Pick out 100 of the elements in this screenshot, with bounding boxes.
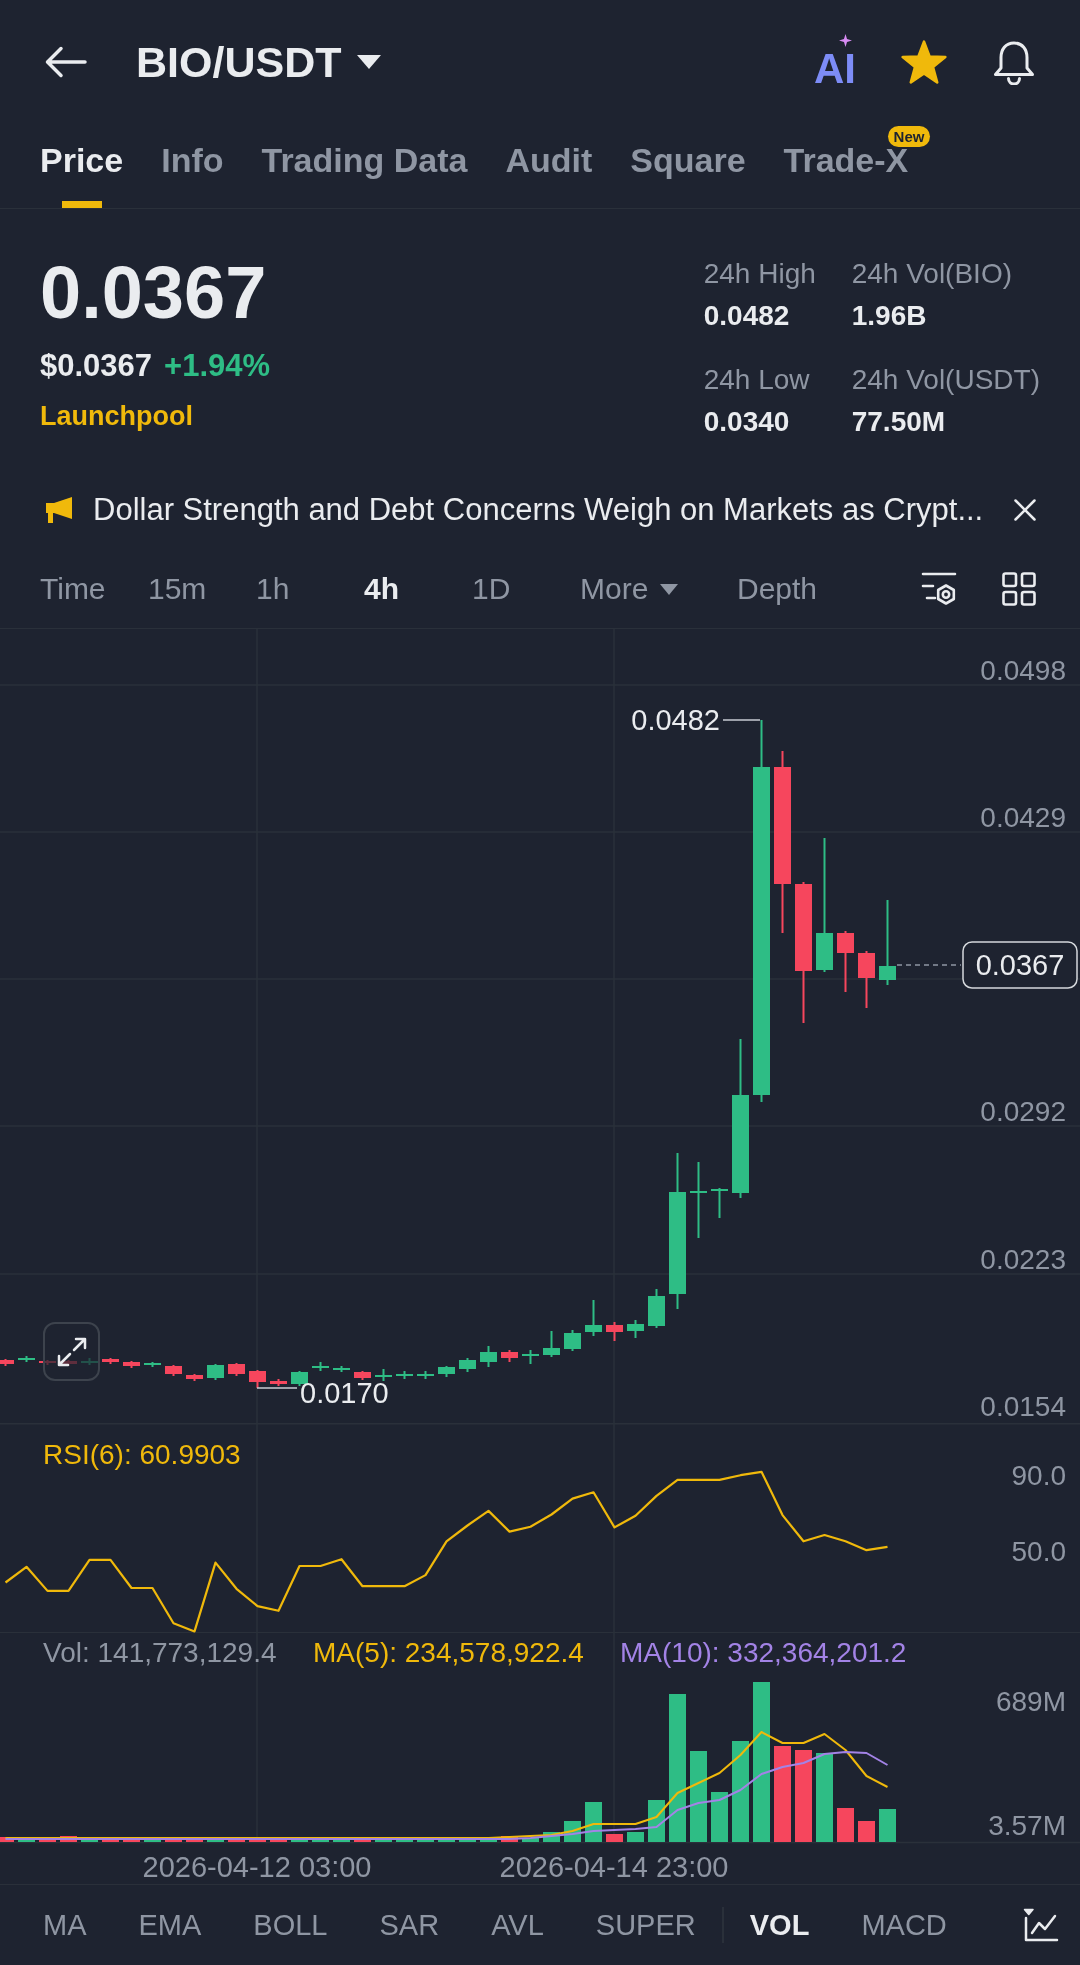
low-price-label: 0.0170 <box>300 1377 389 1409</box>
candle <box>354 1370 371 1381</box>
pair-selector[interactable]: BIO/USDT <box>136 37 382 87</box>
launchpool-link[interactable]: Launchpool <box>40 399 193 433</box>
indicator-tab[interactable]: MACD <box>861 1907 947 1943</box>
candle <box>522 1349 539 1365</box>
interval-tab[interactable]: Depth <box>737 571 818 607</box>
volume-bar <box>522 1838 539 1842</box>
volume-axis-label: 3.57M <box>988 1809 1066 1841</box>
volume-bar <box>438 1839 455 1842</box>
volume-bar <box>375 1839 392 1842</box>
layout-button[interactable] <box>1002 572 1036 606</box>
interval-tab[interactable]: 4h <box>364 571 399 607</box>
stat-label: 24h Vol(BIO) <box>851 257 1012 291</box>
current-price-tag: 0.0367 <box>962 941 1078 989</box>
candle <box>375 1368 392 1382</box>
candle <box>18 1355 35 1363</box>
ai-button[interactable]: AI <box>814 34 856 90</box>
close-button[interactable] <box>1014 499 1036 521</box>
candle <box>543 1330 560 1358</box>
stat-value: 1.96B <box>851 299 927 333</box>
candle <box>606 1321 623 1342</box>
interval-tab[interactable]: 15m <box>148 571 207 607</box>
candle <box>144 1361 161 1368</box>
stat-value: 0.0482 <box>703 299 790 333</box>
volume-bar <box>396 1839 413 1842</box>
volume-bar <box>543 1832 560 1842</box>
back-button[interactable] <box>45 46 87 78</box>
megaphone-icon <box>45 497 73 523</box>
volume-reading: Vol: 141,773,129.4 <box>43 1636 277 1668</box>
volume-bar <box>459 1839 476 1842</box>
candle <box>270 1378 287 1387</box>
indicator-tab[interactable]: BOLL <box>253 1907 328 1943</box>
notifications-button[interactable] <box>992 39 1036 85</box>
new-badge: New <box>887 126 931 147</box>
candle <box>165 1364 182 1377</box>
time-axis-label: 2026-04-12 03:00 <box>142 1851 372 1883</box>
tab[interactable]: Square <box>630 124 746 208</box>
stat-value: 0.0340 <box>703 405 790 439</box>
rsi-axis-label: 90.0 <box>1011 1459 1066 1491</box>
candle <box>228 1362 245 1377</box>
leader-line <box>722 719 761 721</box>
price-axis-label: 0.0429 <box>980 801 1066 833</box>
diagonal-arrows-icon <box>56 1336 87 1367</box>
candle <box>396 1370 413 1380</box>
indicator-tab[interactable]: SAR <box>379 1907 440 1943</box>
chart-settings-button[interactable] <box>921 571 957 607</box>
candle <box>333 1365 350 1373</box>
candle <box>123 1360 140 1369</box>
candle <box>564 1329 581 1352</box>
leader-line <box>256 1387 298 1389</box>
interval-tab[interactable]: 1h <box>256 571 290 607</box>
candle <box>858 950 875 1009</box>
indicator-tab[interactable]: SUPER <box>595 1907 696 1943</box>
candle <box>0 1358 14 1367</box>
news-headline[interactable]: Dollar Strength and Debt Concerns Weigh on Markets as Crypt... <box>93 491 984 529</box>
price-axis-label: 0.0292 <box>980 1095 1066 1127</box>
volume-reading: MA(10): 332,364,201.2 <box>620 1636 907 1668</box>
price-change: +1.94% <box>164 347 271 385</box>
candle <box>837 930 854 993</box>
price-axis-label: 0.0498 <box>980 654 1066 686</box>
volume-bar <box>144 1839 161 1842</box>
stat-label: 24h Vol(USDT) <box>851 363 1040 397</box>
candle <box>627 1319 644 1339</box>
candle <box>711 1187 728 1219</box>
rsi-label: RSI(6): 60.9903 <box>43 1438 241 1470</box>
price-line <box>896 964 962 966</box>
tab[interactable]: Price <box>40 124 124 208</box>
arrow-left-icon <box>45 46 87 78</box>
caret-icon <box>660 583 679 595</box>
tab[interactable]: Trading Data <box>261 124 468 208</box>
interval-tab[interactable]: Time <box>40 571 106 607</box>
more-menu-button[interactable]: More <box>580 571 679 607</box>
candle <box>249 1369 266 1389</box>
time-axis-label: 2026-04-14 23:00 <box>499 1851 729 1883</box>
interval-tab[interactable]: 1D <box>472 571 511 607</box>
volume-bar <box>879 1809 896 1842</box>
volume-bar <box>186 1839 203 1842</box>
indicator-tab[interactable]: AVL <box>491 1907 544 1943</box>
price-axis-label: 0.0223 <box>980 1243 1066 1275</box>
last-price: 0.0367 <box>40 253 267 333</box>
tab[interactable]: Audit <box>505 124 593 208</box>
volume-bar <box>627 1832 644 1842</box>
caret-icon <box>357 55 382 69</box>
chart-type-button[interactable] <box>1023 1908 1059 1942</box>
usd-price: $0.0367 <box>40 347 153 385</box>
indicator-tab[interactable]: EMA <box>138 1907 202 1943</box>
expand-button[interactable] <box>43 1322 100 1381</box>
candle <box>186 1373 203 1382</box>
tab[interactable]: Info <box>161 124 224 208</box>
volume-bar <box>417 1839 434 1842</box>
candle <box>438 1365 455 1378</box>
star-icon[interactable] <box>901 40 947 84</box>
candle <box>207 1363 224 1381</box>
bell-icon <box>992 39 1036 85</box>
indicator-tab[interactable]: VOL <box>749 1907 810 1943</box>
volume-bar <box>837 1808 854 1842</box>
candle <box>648 1288 665 1329</box>
indicator-tab[interactable]: MA <box>43 1907 87 1943</box>
stat-label: 24h Low <box>703 363 810 397</box>
